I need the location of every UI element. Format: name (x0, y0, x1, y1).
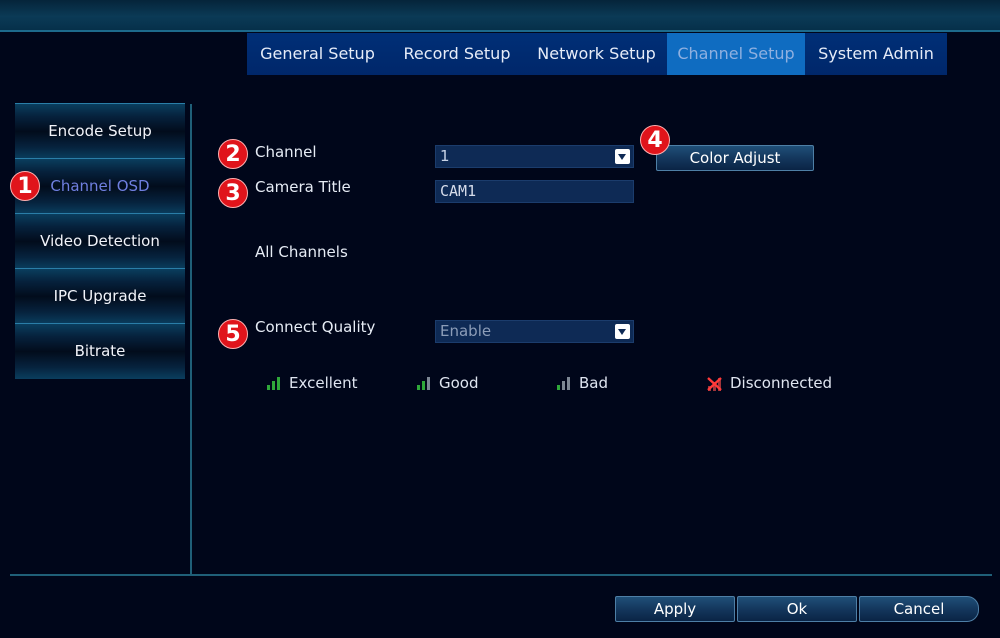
connect-quality-value: Enable (440, 322, 492, 340)
signal-bad-icon (557, 377, 570, 390)
tab-general-setup[interactable]: General Setup (247, 33, 388, 75)
sidebar: Encode Setup Channel OSD Video Detection… (15, 103, 185, 379)
vertical-divider (190, 104, 192, 574)
all-channels-label: All Channels (255, 243, 348, 261)
legend-bad: Bad (556, 374, 608, 392)
tab-record-setup[interactable]: Record Setup (388, 33, 526, 75)
legend-disconnected: Disconnected (706, 374, 832, 392)
legend-good: Good (416, 374, 479, 392)
sidebar-item-video-detection[interactable]: Video Detection (15, 213, 185, 269)
sidebar-item-ipc-upgrade[interactable]: IPC Upgrade (15, 268, 185, 324)
marker-3: 3 (218, 178, 248, 208)
marker-4: 4 (640, 125, 670, 155)
tab-network-setup[interactable]: Network Setup (526, 33, 667, 75)
dropdown-arrow-icon[interactable] (615, 324, 630, 339)
legend-disconnected-label: Disconnected (730, 374, 833, 392)
legend-bad-label: Bad (579, 374, 609, 392)
channel-select[interactable]: 1 (435, 145, 634, 168)
camera-title-input[interactable]: CAM1 (435, 180, 634, 203)
marker-1: 1 (10, 171, 40, 201)
disconnected-icon (707, 376, 722, 391)
marker-5: 5 (218, 319, 248, 349)
legend-excellent-label: Excellent (289, 374, 358, 392)
sidebar-item-bitrate[interactable]: Bitrate (15, 323, 185, 379)
top-tab-bar: General Setup Record Setup Network Setup… (247, 33, 947, 75)
channel-label: Channel (255, 143, 317, 161)
channel-select-value: 1 (440, 147, 450, 165)
apply-button[interactable]: Apply (615, 596, 735, 622)
horizontal-divider (10, 574, 992, 576)
cancel-button[interactable]: Cancel (859, 596, 979, 622)
color-adjust-button[interactable]: Color Adjust (656, 145, 814, 171)
title-bar (0, 0, 1000, 32)
legend-excellent: Excellent (266, 374, 358, 392)
marker-2: 2 (218, 139, 248, 169)
signal-excellent-icon (267, 377, 280, 390)
camera-title-label: Camera Title (255, 178, 351, 196)
signal-good-icon (417, 377, 430, 390)
ok-button[interactable]: Ok (737, 596, 857, 622)
sidebar-item-encode-setup[interactable]: Encode Setup (15, 103, 185, 159)
tab-system-admin[interactable]: System Admin (805, 33, 947, 75)
sidebar-item-channel-osd[interactable]: Channel OSD (15, 158, 185, 214)
connect-quality-label: Connect Quality (255, 318, 376, 336)
tab-channel-setup[interactable]: Channel Setup (667, 33, 805, 75)
dropdown-arrow-icon[interactable] (615, 149, 630, 164)
legend-good-label: Good (439, 374, 479, 392)
connect-quality-select[interactable]: Enable (435, 320, 634, 343)
